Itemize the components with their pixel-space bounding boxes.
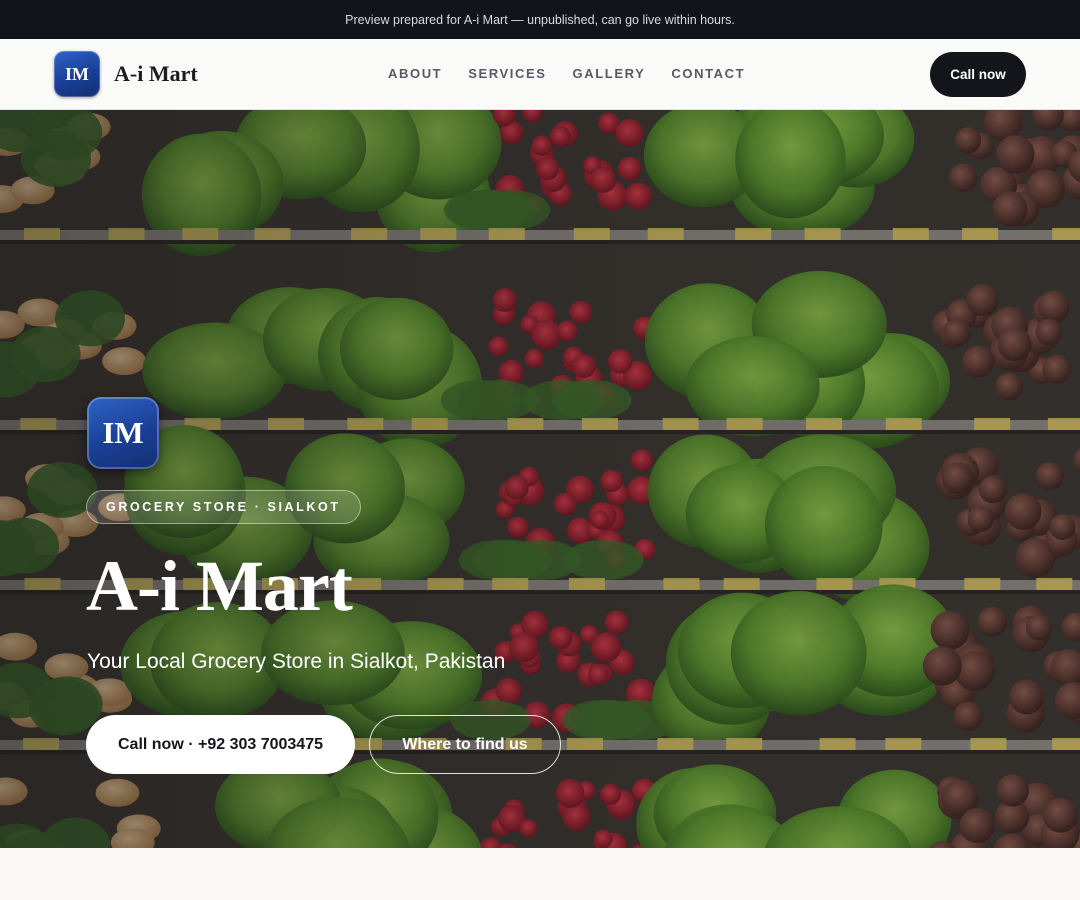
hero-find-us-button[interactable]: Where to find us	[369, 715, 561, 774]
logo-initials: IM	[65, 63, 89, 84]
nav-services[interactable]: SERVICES	[468, 66, 546, 82]
hero-category-tag: GROCERY STORE · SIALKOT	[86, 490, 361, 524]
hero-logo-badge: IM	[87, 397, 159, 469]
nav-gallery[interactable]: GALLERY	[573, 66, 646, 82]
site-header: IM A-i Mart ABOUT SERVICES GALLERY CONTA…	[0, 39, 1080, 110]
nav-about[interactable]: ABOUT	[388, 66, 442, 82]
brand-name[interactable]: A-i Mart	[114, 61, 198, 87]
hero-tag-text: GROCERY STORE · SIALKOT	[106, 500, 341, 514]
nav-contact[interactable]: CONTACT	[671, 66, 745, 82]
hero-subtitle: Your Local Grocery Store in Sialkot, Pak…	[87, 650, 506, 673]
hero-call-button[interactable]: Call now · +92 303 7003475	[86, 715, 355, 774]
preview-banner: Preview prepared for A-i Mart — unpublis…	[0, 0, 1080, 39]
hero-section: IM GROCERY STORE · SIALKOT A-i Mart Your…	[0, 110, 1080, 848]
logo-badge[interactable]: IM	[54, 51, 100, 97]
header-call-button[interactable]: Call now	[930, 52, 1026, 97]
hero-title: A-i Mart	[86, 546, 353, 626]
preview-banner-text: Preview prepared for A-i Mart — unpublis…	[345, 12, 735, 27]
hero-logo-initials: IM	[102, 415, 144, 450]
main-nav: ABOUT SERVICES GALLERY CONTACT	[388, 66, 771, 82]
